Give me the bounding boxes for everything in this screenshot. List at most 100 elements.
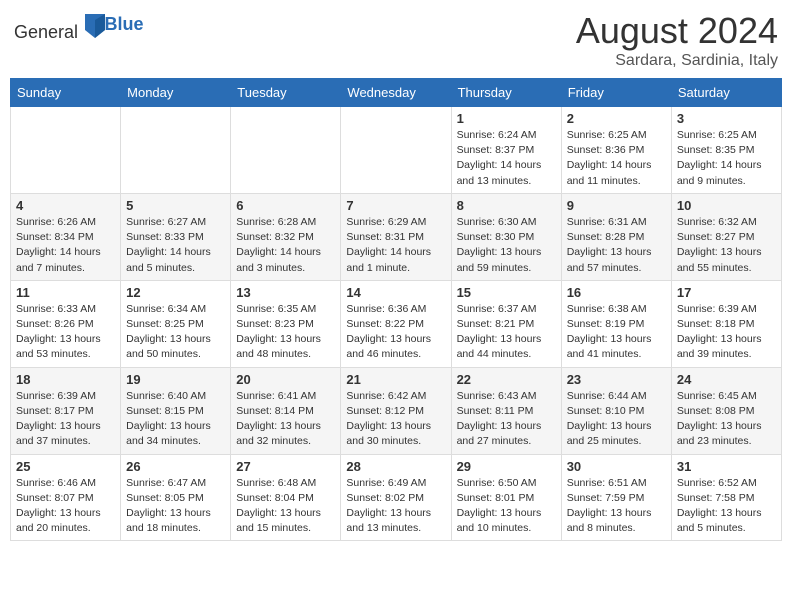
- day-number: 15: [457, 285, 556, 300]
- calendar-cell: 10 Sunrise: 6:32 AMSunset: 8:27 PMDayligh…: [671, 193, 781, 280]
- calendar-week-row: 18 Sunrise: 6:39 AMSunset: 8:17 PMDayligh…: [11, 367, 782, 454]
- day-info: Sunrise: 6:26 AMSunset: 8:34 PMDaylight:…: [16, 216, 101, 274]
- day-number: 6: [236, 198, 335, 213]
- day-info: Sunrise: 6:25 AMSunset: 8:36 PMDaylight:…: [567, 129, 652, 187]
- weekday-header-row: SundayMondayTuesdayWednesdayThursdayFrid…: [11, 79, 782, 107]
- calendar-cell: 4 Sunrise: 6:26 AMSunset: 8:34 PMDaylight…: [11, 193, 121, 280]
- day-number: 11: [16, 285, 115, 300]
- day-number: 24: [677, 372, 776, 387]
- day-number: 13: [236, 285, 335, 300]
- day-number: 8: [457, 198, 556, 213]
- calendar-cell: 24Sunrise: 6:45 AMSunset: 8:08 PMDayligh…: [671, 367, 781, 454]
- calendar-cell: [121, 107, 231, 194]
- day-info: Sunrise: 6:30 AMSunset: 8:30 PMDaylight:…: [457, 216, 542, 274]
- calendar-cell: 15 Sunrise: 6:37 AMSunset: 8:21 PMDayligh…: [451, 280, 561, 367]
- day-info: Sunrise: 6:39 AMSunset: 8:18 PMDaylight:…: [677, 303, 762, 361]
- day-number: 29: [457, 459, 556, 474]
- day-info: Sunrise: 6:34 AMSunset: 8:25 PMDaylight:…: [126, 303, 211, 361]
- calendar-cell: 8 Sunrise: 6:30 AMSunset: 8:30 PMDaylight…: [451, 193, 561, 280]
- day-number: 18: [16, 372, 115, 387]
- weekday-header-tuesday: Tuesday: [231, 79, 341, 107]
- logo-general: General: [14, 22, 78, 42]
- day-info: Sunrise: 6:33 AMSunset: 8:26 PMDaylight:…: [16, 303, 101, 361]
- day-number: 7: [346, 198, 445, 213]
- day-number: 31: [677, 459, 776, 474]
- calendar-cell: 26 Sunrise: 6:47 AMSunset: 8:05 PMDayligh…: [121, 454, 231, 541]
- day-info: Sunrise: 6:37 AMSunset: 8:21 PMDaylight:…: [457, 303, 542, 361]
- day-info: Sunrise: 6:41 AMSunset: 8:14 PMDaylight:…: [236, 390, 321, 448]
- day-info: Sunrise: 6:32 AMSunset: 8:27 PMDaylight:…: [677, 216, 762, 274]
- page-header: General Blue August 2024 Sardara, Sardin…: [10, 10, 782, 70]
- day-info: Sunrise: 6:47 AMSunset: 8:05 PMDaylight:…: [126, 477, 211, 535]
- calendar-week-row: 1 Sunrise: 6:24 AMSunset: 8:37 PMDaylight…: [11, 107, 782, 194]
- location-subtitle: Sardara, Sardinia, Italy: [576, 52, 778, 70]
- day-info: Sunrise: 6:42 AMSunset: 8:12 PMDaylight:…: [346, 390, 431, 448]
- title-area: August 2024 Sardara, Sardinia, Italy: [576, 10, 778, 70]
- day-number: 30: [567, 459, 666, 474]
- calendar-week-row: 4 Sunrise: 6:26 AMSunset: 8:34 PMDaylight…: [11, 193, 782, 280]
- calendar-cell: 29 Sunrise: 6:50 AMSunset: 8:01 PMDayligh…: [451, 454, 561, 541]
- calendar-cell: [231, 107, 341, 194]
- calendar-cell: 27 Sunrise: 6:48 AMSunset: 8:04 PMDayligh…: [231, 454, 341, 541]
- calendar-cell: 17 Sunrise: 6:39 AMSunset: 8:18 PMDayligh…: [671, 280, 781, 367]
- day-number: 19: [126, 372, 225, 387]
- day-number: 12: [126, 285, 225, 300]
- day-number: 28: [346, 459, 445, 474]
- day-number: 22: [457, 372, 556, 387]
- calendar-cell: 16Sunrise: 6:38 AMSunset: 8:19 PMDayligh…: [561, 280, 671, 367]
- calendar-cell: 19 Sunrise: 6:40 AMSunset: 8:15 PMDayligh…: [121, 367, 231, 454]
- calendar-cell: 12 Sunrise: 6:34 AMSunset: 8:25 PMDayligh…: [121, 280, 231, 367]
- day-info: Sunrise: 6:29 AMSunset: 8:31 PMDaylight:…: [346, 216, 431, 274]
- day-info: Sunrise: 6:40 AMSunset: 8:15 PMDaylight:…: [126, 390, 211, 448]
- day-info: Sunrise: 6:39 AMSunset: 8:17 PMDaylight:…: [16, 390, 101, 448]
- calendar-cell: 6 Sunrise: 6:28 AMSunset: 8:32 PMDaylight…: [231, 193, 341, 280]
- logo-blue: Blue: [105, 14, 144, 34]
- day-info: Sunrise: 6:35 AMSunset: 8:23 PMDaylight:…: [236, 303, 321, 361]
- weekday-header-wednesday: Wednesday: [341, 79, 451, 107]
- day-number: 26: [126, 459, 225, 474]
- day-info: Sunrise: 6:25 AMSunset: 8:35 PMDaylight:…: [677, 129, 762, 187]
- calendar-cell: 7 Sunrise: 6:29 AMSunset: 8:31 PMDaylight…: [341, 193, 451, 280]
- calendar-cell: 31 Sunrise: 6:52 AMSunset: 7:58 PMDayligh…: [671, 454, 781, 541]
- weekday-header-monday: Monday: [121, 79, 231, 107]
- calendar-cell: 23Sunrise: 6:44 AMSunset: 8:10 PMDayligh…: [561, 367, 671, 454]
- day-info: Sunrise: 6:36 AMSunset: 8:22 PMDaylight:…: [346, 303, 431, 361]
- day-number: 17: [677, 285, 776, 300]
- day-number: 1: [457, 111, 556, 126]
- day-info: Sunrise: 6:50 AMSunset: 8:01 PMDaylight:…: [457, 477, 542, 535]
- day-info: Sunrise: 6:49 AMSunset: 8:02 PMDaylight:…: [346, 477, 431, 535]
- day-number: 3: [677, 111, 776, 126]
- calendar-cell: 3 Sunrise: 6:25 AMSunset: 8:35 PMDaylight…: [671, 107, 781, 194]
- day-number: 27: [236, 459, 335, 474]
- calendar-cell: 21Sunrise: 6:42 AMSunset: 8:12 PMDayligh…: [341, 367, 451, 454]
- calendar-cell: 22Sunrise: 6:43 AMSunset: 8:11 PMDayligh…: [451, 367, 561, 454]
- month-year-title: August 2024: [576, 10, 778, 52]
- day-info: Sunrise: 6:28 AMSunset: 8:32 PMDaylight:…: [236, 216, 321, 274]
- calendar-cell: 2Sunrise: 6:25 AMSunset: 8:36 PMDaylight…: [561, 107, 671, 194]
- day-number: 10: [677, 198, 776, 213]
- day-info: Sunrise: 6:27 AMSunset: 8:33 PMDaylight:…: [126, 216, 211, 274]
- day-number: 23: [567, 372, 666, 387]
- day-number: 5: [126, 198, 225, 213]
- calendar-cell: 11 Sunrise: 6:33 AMSunset: 8:26 PMDayligh…: [11, 280, 121, 367]
- calendar-cell: 1 Sunrise: 6:24 AMSunset: 8:37 PMDaylight…: [451, 107, 561, 194]
- calendar-cell: [341, 107, 451, 194]
- weekday-header-saturday: Saturday: [671, 79, 781, 107]
- day-number: 16: [567, 285, 666, 300]
- day-number: 20: [236, 372, 335, 387]
- day-info: Sunrise: 6:48 AMSunset: 8:04 PMDaylight:…: [236, 477, 321, 535]
- calendar-week-row: 25Sunrise: 6:46 AMSunset: 8:07 PMDayligh…: [11, 454, 782, 541]
- day-info: Sunrise: 6:52 AMSunset: 7:58 PMDaylight:…: [677, 477, 762, 535]
- day-number: 9: [567, 198, 666, 213]
- calendar-cell: 30Sunrise: 6:51 AMSunset: 7:59 PMDayligh…: [561, 454, 671, 541]
- calendar-cell: 14 Sunrise: 6:36 AMSunset: 8:22 PMDayligh…: [341, 280, 451, 367]
- calendar-cell: 18 Sunrise: 6:39 AMSunset: 8:17 PMDayligh…: [11, 367, 121, 454]
- day-info: Sunrise: 6:31 AMSunset: 8:28 PMDaylight:…: [567, 216, 652, 274]
- day-number: 14: [346, 285, 445, 300]
- logo-icon: [85, 14, 105, 38]
- day-number: 4: [16, 198, 115, 213]
- weekday-header-friday: Friday: [561, 79, 671, 107]
- day-info: Sunrise: 6:24 AMSunset: 8:37 PMDaylight:…: [457, 129, 542, 187]
- day-info: Sunrise: 6:46 AMSunset: 8:07 PMDaylight:…: [16, 477, 101, 535]
- calendar-cell: 5 Sunrise: 6:27 AMSunset: 8:33 PMDaylight…: [121, 193, 231, 280]
